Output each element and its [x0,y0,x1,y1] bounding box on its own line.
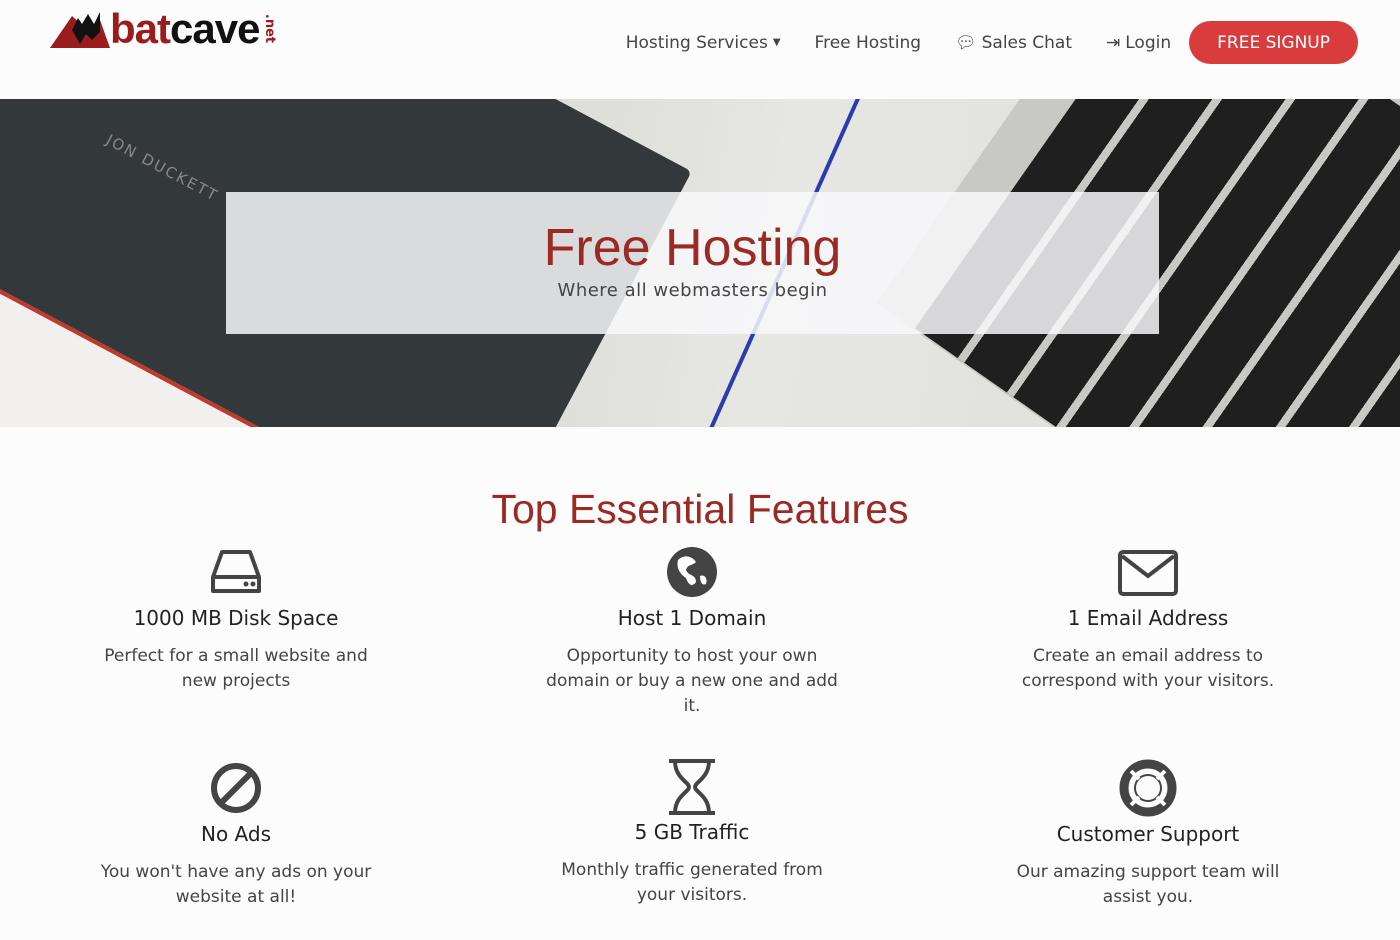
main-nav: Hosting Services ▼ Free Hosting 💬︎ Sales C… [626,21,1358,64]
sign-in-icon: ⇥ [1106,32,1121,53]
feature-text: Opportunity to host your own domain or b… [546,646,838,716]
hero-title: Free Hosting [543,219,842,277]
feature-email: 1 Email Address Create an email address … [988,546,1308,694]
hero-text-box: Free Hosting Where all webmasters begin [226,192,1159,334]
feature-title: 1 Email Address [1067,606,1229,630]
logo-tld: .net [262,13,278,44]
bat-mountain-icon [50,12,110,48]
site-header: batcave .net Hosting Services ▼ Free Host… [0,0,1400,99]
feature-support: Customer Support Our amazing support tea… [988,759,1308,910]
feature-text: Create an email address to correspond wi… [1021,646,1275,691]
feature-title: 5 GB Traffic [634,820,750,844]
feature-disk-space: 1000 MB Disk Space Perfect for a small w… [76,546,396,694]
batcave-logo[interactable]: batcave .net [50,8,285,50]
feature-title: Host 1 Domain [617,606,767,630]
features-title: Top Essential Features [491,486,909,532]
life-ring-icon [988,759,1308,817]
feature-title: Customer Support [1056,822,1240,846]
feature-text: Monthly traffic generated from your visi… [561,860,823,905]
nav-hosting-services-label: Hosting Services [625,32,768,53]
hero-subtitle: Where all webmasters begin [557,280,828,301]
caret-down-icon: ▼ [772,37,781,48]
globe-icon [532,546,852,598]
feature-traffic: 5 GB Traffic Monthly traffic generated f… [532,758,852,908]
feature-domain: Host 1 Domain Opportunity to host your o… [532,546,852,719]
nav-free-hosting[interactable]: Free Hosting [815,33,921,53]
feature-title: No Ads [201,822,271,846]
hourglass-icon [532,758,852,816]
feature-title: 1000 MB Disk Space [133,606,339,630]
feature-text: You won't have any ads on your website a… [100,862,372,907]
free-signup-button[interactable]: FREE SIGNUP [1189,21,1358,64]
nav-login[interactable]: ⇥ Login [1106,33,1171,53]
envelope-icon [988,546,1308,598]
feature-text: Our amazing support team will assist you… [1016,862,1280,907]
logo-text: batcave [110,5,260,52]
nav-login-label: Login [1125,32,1172,53]
ban-icon [76,762,396,814]
hero-banner: JON DUCKETT Free Hosting Where all webma… [0,99,1400,427]
nav-hosting-services[interactable]: Hosting Services ▼ [626,33,781,53]
nav-sales-chat-label: Sales Chat [981,32,1072,53]
comments-icon: 💬︎ [955,32,977,53]
nav-sales-chat[interactable]: 💬︎ Sales Chat [955,33,1072,53]
hard-drive-icon [76,546,396,598]
feature-no-ads: No Ads You won't have any ads on your we… [76,762,396,910]
feature-text: Perfect for a small website and new proj… [104,646,368,691]
